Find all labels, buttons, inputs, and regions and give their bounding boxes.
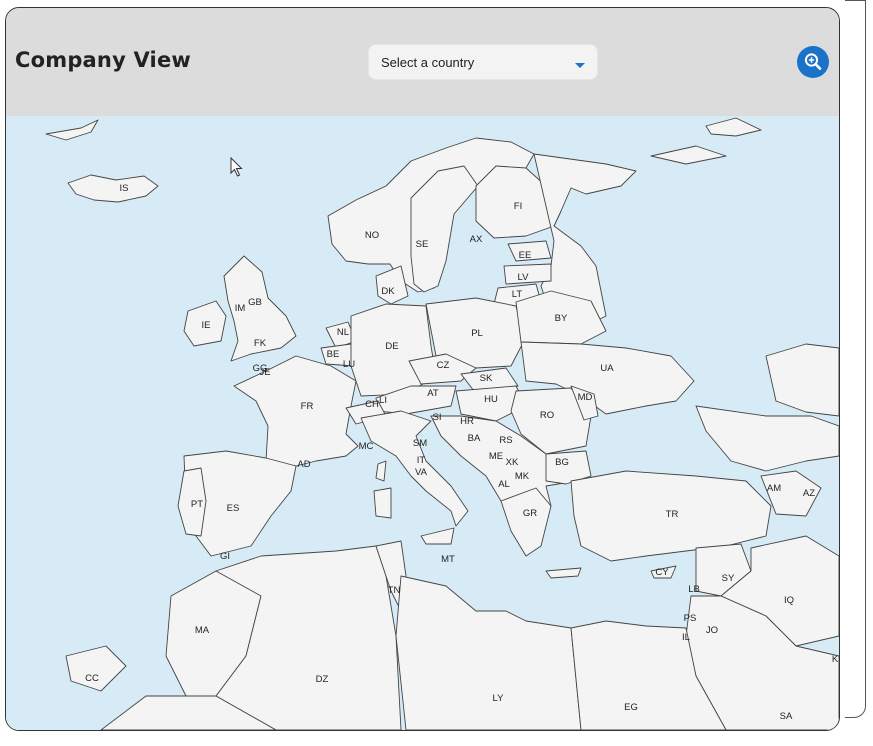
country-label-gb: GB: [248, 297, 262, 308]
country-label-am: AM: [767, 483, 781, 494]
country-label-il: IL: [682, 632, 690, 643]
country-label-fk: FK: [254, 338, 267, 349]
country-label-k: K: [832, 654, 839, 665]
country-label-is: IS: [120, 183, 129, 194]
country-label-nl: NL: [337, 327, 349, 338]
country-label-bg: BG: [555, 457, 569, 468]
country-label-iq: IQ: [784, 595, 794, 606]
country-label-rs: RS: [499, 435, 512, 446]
country-label-eg: EG: [624, 702, 638, 713]
country-label-mt: MT: [441, 554, 455, 565]
zoom-button[interactable]: [797, 46, 829, 78]
country-label-it: IT: [417, 455, 426, 466]
country-label-gi: GI: [220, 551, 230, 562]
country-label-xk: XK: [506, 457, 519, 468]
country-label-ad: AD: [297, 459, 310, 470]
country-label-je: JE: [259, 367, 270, 378]
country-label-ie: IE: [202, 320, 211, 331]
country-label-al: AL: [498, 479, 510, 490]
country-label-mk: MK: [515, 471, 530, 482]
country-label-be: BE: [327, 349, 340, 360]
country-label-cz: CZ: [437, 360, 450, 371]
country-label-ps: PS: [684, 613, 697, 624]
country-label-fi: FI: [514, 201, 522, 212]
country-label-ma: MA: [195, 625, 210, 636]
country-label-pt: PT: [191, 499, 203, 510]
country-label-ua: UA: [600, 363, 614, 374]
country-label-dk: DK: [381, 286, 395, 297]
country-label-de: DE: [385, 341, 398, 352]
country-label-dz: DZ: [316, 674, 329, 685]
country-label-sy: SY: [722, 573, 735, 584]
chevron-down-icon: [575, 63, 585, 68]
country-label-no: NO: [365, 230, 379, 241]
country-label-sm: SM: [413, 438, 427, 449]
country-label-ax: AX: [470, 234, 483, 245]
country-label-es: ES: [227, 503, 240, 514]
country-label-lb: LB: [688, 584, 700, 595]
country-label-ly: LY: [493, 693, 505, 704]
country-label-ch: CH: [365, 399, 379, 410]
country-label-ee: EE: [519, 250, 532, 261]
page-title: Company View: [15, 48, 191, 72]
country-label-gr: GR: [523, 508, 537, 519]
country-label-tr: TR: [666, 509, 679, 520]
country-label-sa: SA: [780, 711, 793, 722]
map-canvas[interactable]: ISNOSEFIAXEELVLTDKGBIMIEFKGGJENLBELUDEPL…: [6, 116, 839, 730]
country-label-at: AT: [427, 388, 439, 399]
country-label-az: AZ: [803, 488, 815, 499]
country-select-placeholder: Select a country: [381, 55, 475, 70]
header-bar: Company View Select a country: [6, 8, 839, 117]
zoom-in-icon: [804, 53, 822, 70]
country-label-pl: PL: [471, 328, 483, 339]
country-label-by: BY: [555, 313, 568, 324]
country-label-hr: HR: [460, 416, 474, 427]
country-label-va: VA: [415, 467, 428, 478]
country-label-cy: CY: [655, 567, 669, 578]
panel-right-edge: [845, 0, 866, 718]
company-view-card: Company View Select a country IS NO SE F…: [5, 7, 840, 731]
land-sardinia: [373, 487, 392, 519]
country-label-lu: LU: [343, 359, 355, 370]
mouse-cursor-icon: [230, 157, 243, 177]
country-label-ba: BA: [468, 433, 481, 444]
country-label-im: IM: [235, 303, 246, 314]
country-label-li: LI: [379, 395, 387, 406]
country-label-mc: MC: [359, 441, 374, 452]
country-label-fr: FR: [301, 401, 314, 412]
country-label-md: MD: [578, 392, 593, 403]
country-label-hu: HU: [484, 394, 498, 405]
country-label-jo: JO: [706, 625, 718, 636]
country-label-tn: TN: [388, 585, 401, 596]
country-label-ro: RO: [540, 410, 554, 421]
country-label-se: SE: [416, 239, 429, 250]
europe-map[interactable]: IS NO SE FI AX EE LV LT DK GB IM IE FK GG JE NL BE LU DE PL…: [6, 116, 839, 730]
country-label-cc: CC: [85, 673, 99, 684]
country-label-lt: LT: [512, 289, 523, 300]
country-select[interactable]: Select a country: [368, 44, 598, 80]
country-label-si: SI: [433, 412, 442, 423]
country-label-me: ME: [489, 451, 503, 462]
country-label-sk: SK: [480, 373, 493, 384]
country-label-lv: LV: [518, 272, 530, 283]
